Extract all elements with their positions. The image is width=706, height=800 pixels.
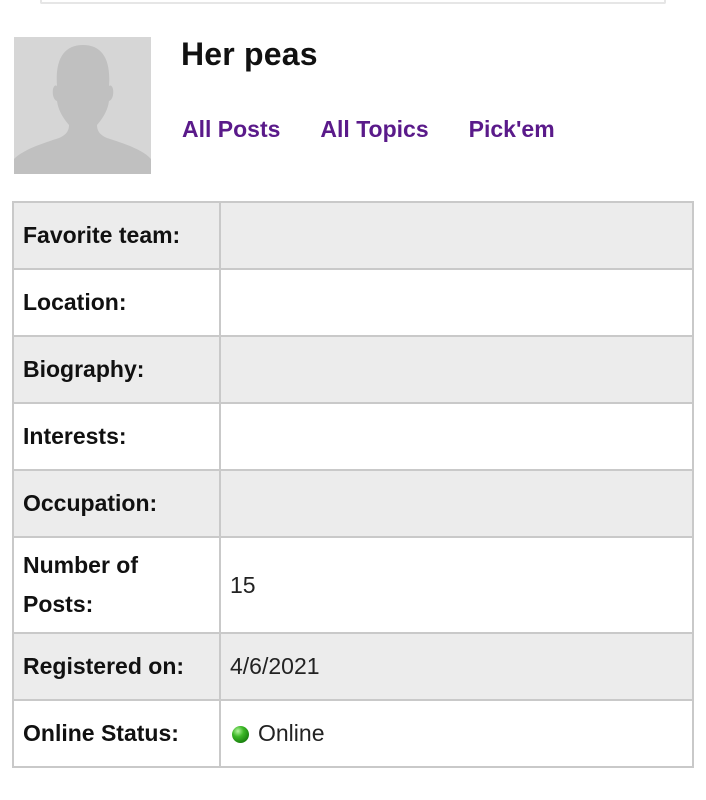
occupation-label: Occupation: [12, 469, 221, 538]
interests-value [219, 402, 694, 471]
all-topics-link[interactable]: All Topics [320, 116, 428, 143]
default-user-silhouette-icon [14, 37, 151, 174]
biography-value [219, 335, 694, 404]
occupation-value [219, 469, 694, 538]
registered-on-value: 4/6/2021 [219, 632, 694, 701]
profile-details-table: Favorite team: Location: Biography: Inte… [12, 201, 694, 768]
table-row-location: Location: [12, 268, 694, 337]
table-row-interests: Interests: [12, 402, 694, 471]
biography-label: Biography: [12, 335, 221, 404]
registered-on-label: Registered on: [12, 632, 221, 701]
online-status-value-cell: Online [219, 699, 694, 768]
number-of-posts-value: 15 [219, 536, 694, 634]
location-label: Location: [12, 268, 221, 337]
number-of-posts-label-line1: Number of [23, 552, 138, 578]
table-row-registered-on: Registered on: 4/6/2021 [12, 632, 694, 701]
favorite-team-value [219, 201, 694, 270]
all-posts-link[interactable]: All Posts [182, 116, 280, 143]
table-row-number-of-posts: Number of Posts: 15 [12, 536, 694, 634]
table-row-favorite-team: Favorite team: [12, 201, 694, 270]
table-row-occupation: Occupation: [12, 469, 694, 538]
favorite-team-label: Favorite team: [12, 201, 221, 270]
profile-links-nav: All Posts All Topics Pick'em [182, 116, 555, 143]
online-status-label: Online Status: [12, 699, 221, 768]
online-status-text: Online [258, 720, 325, 746]
top-panel-edge [40, 0, 666, 4]
online-green-dot-icon [232, 726, 249, 743]
number-of-posts-label: Number of Posts: [12, 536, 221, 634]
location-value [219, 268, 694, 337]
profile-username: Her peas [181, 36, 318, 72]
table-row-online-status: Online Status: Online [12, 699, 694, 768]
avatar [14, 37, 151, 174]
number-of-posts-label-line2: Posts: [23, 591, 94, 617]
pickem-link[interactable]: Pick'em [469, 116, 555, 143]
table-row-biography: Biography: [12, 335, 694, 404]
interests-label: Interests: [12, 402, 221, 471]
